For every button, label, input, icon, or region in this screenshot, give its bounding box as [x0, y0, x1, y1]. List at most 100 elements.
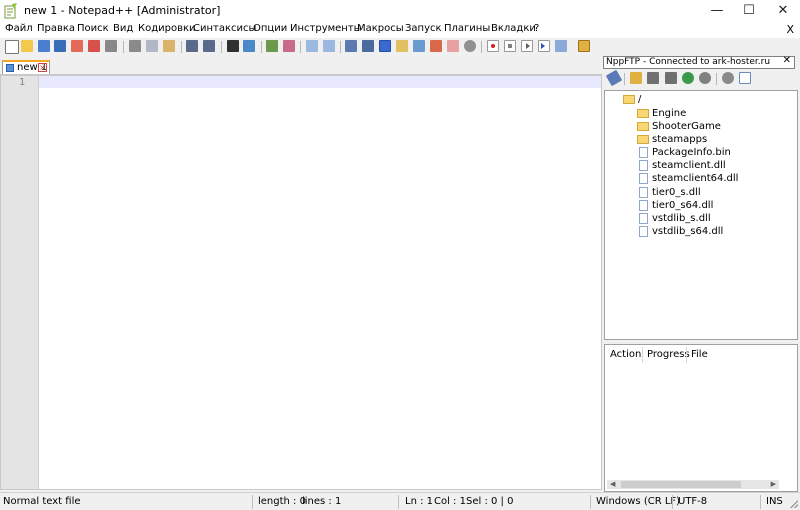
stop-macro-icon[interactable] [504, 40, 516, 52]
line-number-gutter: 1 [1, 76, 39, 489]
minimize-button[interactable]: — [700, 0, 734, 22]
menu-plugins[interactable]: Плагины [444, 23, 490, 34]
tree-file[interactable]: tier0_s64.dll [639, 200, 713, 213]
undo-icon[interactable] [186, 40, 198, 52]
queue-column-progress[interactable]: Progress [647, 349, 690, 360]
cut-icon[interactable] [129, 40, 141, 52]
menu-window[interactable]: Вкладки [491, 23, 536, 34]
refresh-icon[interactable] [682, 72, 694, 84]
menu-search[interactable]: Поиск [77, 23, 109, 34]
message-window-icon[interactable] [739, 72, 751, 84]
upload-icon[interactable] [665, 72, 677, 84]
tree-file[interactable]: PackageInfo.bin [639, 147, 731, 160]
run-macro-multiple-icon[interactable] [538, 40, 550, 52]
tree-file[interactable]: vstdlib_s.dll [639, 213, 711, 226]
editor-area[interactable]: 1 [0, 75, 602, 490]
tree-file[interactable]: steamclient64.dll [639, 173, 738, 186]
replace-icon[interactable] [243, 40, 255, 52]
nppftp-close-button[interactable]: ✕ [783, 55, 791, 66]
menu-encoding[interactable]: Кодировки [138, 23, 196, 34]
zoom-out-icon[interactable] [283, 40, 295, 52]
close-all-icon[interactable] [88, 40, 100, 52]
close-icon[interactable] [71, 40, 83, 52]
indent-guide-icon[interactable] [379, 40, 391, 52]
queue-column-action[interactable]: Action [610, 349, 641, 360]
file-icon [639, 160, 648, 171]
tree-file[interactable]: steamclient.dll [639, 160, 726, 173]
menu-edit[interactable]: Правка [37, 23, 75, 34]
file-icon [639, 200, 648, 211]
nppftp-transfer-queue[interactable]: Action Progress File ◀ ▶ [604, 344, 798, 492]
menu-tools[interactable]: Инструменты [290, 23, 362, 34]
tab-new-1[interactable]: new 1 × [2, 60, 50, 74]
tree-folder-steamapps[interactable]: steamapps [637, 134, 707, 147]
folder-icon [637, 122, 649, 131]
record-macro-icon[interactable] [487, 40, 499, 52]
status-line: Ln : 1 [405, 496, 433, 507]
tree-folder-shootergame[interactable]: ShooterGame [637, 121, 721, 134]
tree-file[interactable]: tier0_s.dll [639, 187, 701, 200]
horizontal-scrollbar[interactable]: ◀ ▶ [607, 480, 779, 489]
print-icon[interactable] [105, 40, 117, 52]
folder-icon[interactable] [630, 72, 642, 84]
zoom-in-icon[interactable] [266, 40, 278, 52]
new-icon[interactable] [5, 40, 19, 54]
status-separator [672, 495, 673, 509]
status-eol[interactable]: Windows (CR LF) [596, 496, 680, 507]
folder-icon [637, 109, 649, 118]
column-divider[interactable] [642, 347, 643, 363]
scroll-right-icon[interactable]: ▶ [771, 480, 776, 488]
menu-language[interactable]: Синтаксисы [193, 23, 256, 34]
nppftp-icon[interactable] [578, 40, 590, 52]
menu-help[interactable]: ? [534, 23, 539, 34]
sync-horizontal-icon[interactable] [323, 40, 335, 52]
copy-icon[interactable] [146, 40, 158, 52]
menu-file[interactable]: Файл [5, 23, 33, 34]
download-icon[interactable] [647, 72, 659, 84]
word-wrap-icon[interactable] [345, 40, 357, 52]
show-all-chars-icon[interactable] [362, 40, 374, 52]
folder-workspace-icon[interactable] [430, 40, 442, 52]
connect-icon[interactable] [605, 69, 623, 87]
tree-root[interactable]: / [623, 94, 641, 107]
paste-icon[interactable] [163, 40, 175, 52]
find-icon[interactable] [227, 40, 239, 52]
monitor-icon[interactable] [464, 40, 476, 52]
menu-view[interactable]: Вид [113, 23, 133, 34]
play-macro-icon[interactable] [521, 40, 533, 52]
save-all-icon[interactable] [54, 40, 66, 52]
menu-macro[interactable]: Макросы [357, 23, 404, 34]
status-selection: Sel : 0 | 0 [466, 496, 514, 507]
file-icon [639, 187, 648, 198]
scroll-left-icon[interactable]: ◀ [610, 480, 615, 488]
settings-icon[interactable] [722, 72, 734, 84]
abort-icon[interactable] [699, 72, 711, 84]
tab-close-icon[interactable]: × [38, 63, 47, 72]
nppftp-file-tree[interactable]: / Engine ShooterGame steamapps PackageIn… [604, 90, 798, 340]
close-window-button[interactable]: ✕ [766, 0, 800, 22]
scrollbar-thumb[interactable] [621, 481, 741, 488]
resize-grip[interactable] [790, 500, 798, 508]
doc-map-icon[interactable] [396, 40, 408, 52]
toolbar [0, 38, 800, 56]
save-icon[interactable] [38, 40, 50, 52]
tree-folder-engine[interactable]: Engine [637, 108, 686, 121]
redo-icon[interactable] [203, 40, 215, 52]
close-document-button[interactable]: X [786, 23, 794, 36]
maximize-button[interactable]: ☐ [732, 0, 766, 22]
tree-file[interactable]: vstdlib_s64.dll [639, 226, 723, 239]
sync-vertical-icon[interactable] [306, 40, 318, 52]
doc-list-icon[interactable] [447, 40, 459, 52]
status-separator [252, 495, 253, 509]
queue-column-file[interactable]: File [691, 349, 708, 360]
toolbar-separator [181, 41, 182, 53]
function-list-icon[interactable] [413, 40, 425, 52]
menu-bar: Файл Правка Поиск Вид Кодировки Синтакси… [0, 22, 800, 38]
open-icon[interactable] [21, 40, 33, 52]
menu-settings[interactable]: Опции [253, 23, 287, 34]
tab-bar: new 1 × [0, 58, 602, 75]
menu-run[interactable]: Запуск [405, 23, 442, 34]
column-divider[interactable] [686, 347, 687, 363]
folder-icon [637, 135, 649, 144]
save-macro-icon[interactable] [555, 40, 567, 52]
